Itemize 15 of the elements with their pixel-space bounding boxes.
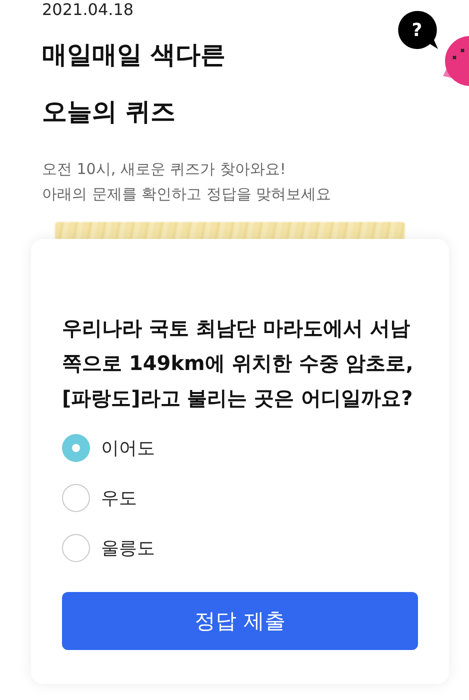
help-bubble: ? bbox=[398, 11, 440, 51]
answer-option[interactable]: 이어도 bbox=[62, 434, 155, 462]
answer-option[interactable]: 울릉도 bbox=[62, 534, 155, 562]
page-title-line: 오늘의 퀴즈 bbox=[42, 96, 177, 128]
radio-button[interactable] bbox=[62, 434, 90, 462]
answer-option[interactable]: 우도 bbox=[62, 484, 137, 512]
subtitle-line: 오전 10시, 새로운 퀴즈가 찾아와요! bbox=[42, 159, 287, 180]
character-drawing bbox=[443, 34, 469, 88]
question-text: 우리나라 국토 최남단 마라도에서 서남쪽으로 149km에 위치한 수중 암초로, [파랑도]라고 불리는 곳은 어디일까요? bbox=[62, 315, 414, 412]
radio-button[interactable] bbox=[62, 484, 90, 512]
subtitle-line: 아래의 문제를 확인하고 정답을 맞혀보세요 bbox=[42, 184, 332, 205]
page-title-line: 매일매일 색다른 bbox=[42, 39, 227, 71]
radio-button[interactable] bbox=[62, 534, 90, 562]
submit-button[interactable]: 정답 제출 bbox=[62, 592, 418, 650]
quiz-date: 2021.04.18 bbox=[42, 0, 135, 20]
